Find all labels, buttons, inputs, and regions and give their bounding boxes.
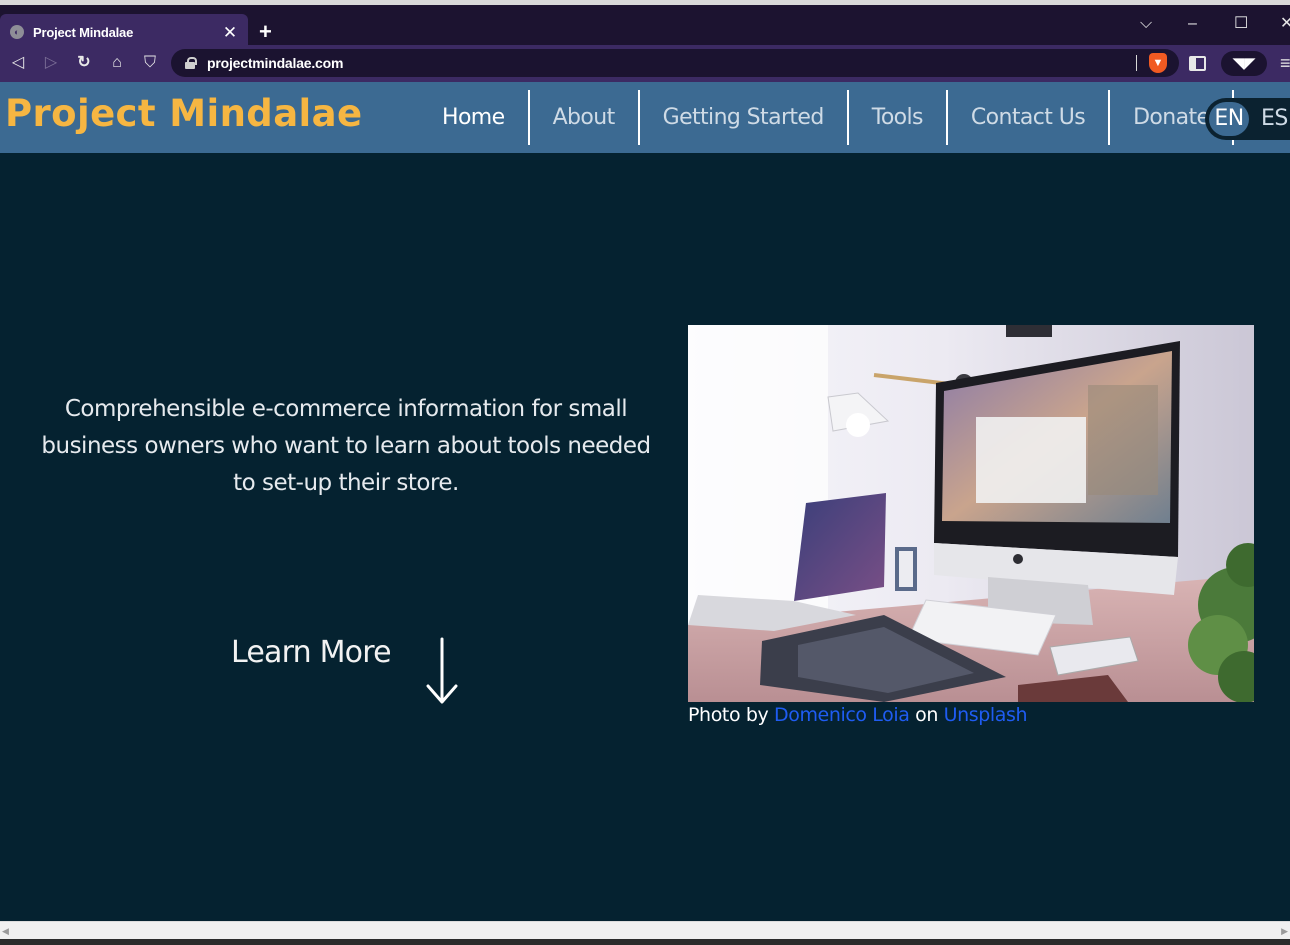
sidebar-toggle-icon[interactable] (1189, 56, 1206, 71)
credit-author-link[interactable]: Domenico Loia (774, 704, 910, 726)
down-arrow-icon[interactable] (424, 637, 460, 707)
tab-title: Project Mindalae (33, 24, 134, 40)
site-header: Project Mindalae Home About Getting Star… (0, 82, 1290, 153)
globe-icon: ◐ (10, 25, 24, 39)
bookmark-button[interactable]: ⛉ (141, 53, 159, 73)
new-tab-button[interactable]: + (259, 21, 272, 43)
minimize-button[interactable]: – (1188, 15, 1197, 33)
reload-button[interactable]: ↻ (75, 53, 93, 73)
credit-middle: on (915, 704, 938, 726)
url-field[interactable]: projectmindalae.com ▼ (171, 49, 1179, 77)
close-tab-icon[interactable]: ✕ (222, 24, 238, 41)
hero-tagline: Comprehensible e-commerce information fo… (41, 396, 651, 496)
scroll-right-icon[interactable]: ▶ (1281, 926, 1288, 937)
back-button[interactable]: ◁ (9, 53, 27, 73)
language-toggle[interactable]: EN ES (1205, 98, 1290, 140)
forward-button[interactable]: ▷ (42, 53, 60, 73)
lang-en-button[interactable]: EN (1209, 102, 1249, 136)
learn-more-link[interactable]: Learn More (231, 635, 392, 670)
tab-search-icon[interactable]: ⌵ (1140, 15, 1152, 33)
photo-credit: Photo by Domenico Loia on Unsplash (688, 704, 1028, 726)
nav-home[interactable]: Home (419, 90, 528, 145)
os-taskbar (0, 939, 1290, 945)
nav-tools[interactable]: Tools (849, 90, 946, 145)
close-window-button[interactable]: ✕ (1280, 15, 1290, 33)
hero-photo (688, 325, 1254, 702)
address-bar-row: ◁ ▷ ↻ ⌂ ⛉ projectmindalae.com ▼ ◥◤ ≡ (0, 45, 1290, 82)
site-logo[interactable]: Project Mindalae (5, 92, 363, 135)
nav-contact-us[interactable]: Contact Us (948, 90, 1108, 145)
nav-about[interactable]: About (530, 90, 638, 145)
lang-es-button[interactable]: ES (1261, 102, 1288, 136)
menu-icon[interactable]: ≡ (1280, 54, 1290, 72)
vpn-glasses-icon[interactable]: ◥◤ (1221, 51, 1267, 76)
credit-prefix: Photo by (688, 704, 769, 726)
hero-section: Comprehensible e-commerce information fo… (0, 153, 1290, 921)
lock-icon[interactable] (185, 57, 197, 69)
desk-workspace-image (688, 325, 1254, 702)
credit-source-link[interactable]: Unsplash (944, 704, 1028, 726)
maximize-button[interactable]: ☐ (1234, 15, 1248, 33)
horizontal-scrollbar[interactable]: ◀ ▶ (0, 921, 1290, 939)
main-nav: Home About Getting Started Tools Contact… (419, 90, 1235, 145)
tab-bar: ◐ Project Mindalae ✕ + ⌵ – ☐ ✕ (0, 5, 1290, 50)
home-button[interactable]: ⌂ (108, 53, 126, 73)
scroll-left-icon[interactable]: ◀ (2, 926, 9, 937)
url-divider (1136, 55, 1137, 71)
url-text[interactable]: projectmindalae.com (207, 55, 343, 71)
brave-shield-icon[interactable]: ▼ (1149, 53, 1167, 73)
nav-getting-started[interactable]: Getting Started (640, 90, 847, 145)
